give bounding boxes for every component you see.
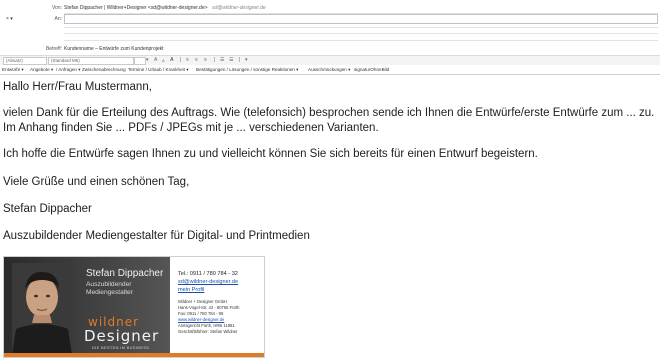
portrait-photo: [12, 263, 72, 355]
signature-ceo: Geschäftsführer: Stefan Wildner: [178, 329, 238, 334]
body-paragraph-1-line-2: Im Anhang finden Sie ... PDFs / JPEGs mi…: [3, 122, 379, 134]
format-toolbar: (Absatz) (Standard M5) ▾ A A A | ≡ ≡ ≡ |…: [0, 55, 660, 65]
signature-contact: Tel.: 0911 / 780 784 - 32 sd@wildner-des…: [178, 257, 264, 353]
font-smaller-icon[interactable]: A: [162, 57, 165, 64]
from-row: Von: Stefan Dippacher | Wildner+Designer…: [0, 4, 660, 12]
bold-icon[interactable]: A: [170, 57, 174, 64]
template-bestaetigungen[interactable]: Bestätigungen / Lösungen / sonstige Reak…: [196, 66, 298, 73]
align-center-icon[interactable]: ≡: [195, 57, 198, 64]
sender-role: Auszubildender Mediengestalter für Digit…: [3, 230, 310, 242]
logo-tagline: DIE BESTEN IM BUSINESS.: [92, 345, 151, 350]
paragraph-style-select[interactable]: (Absatz): [3, 57, 47, 65]
align-right-icon[interactable]: ≡: [204, 57, 207, 64]
message-header: Von: Stefan Dippacher | Wildner+Designer…: [0, 0, 660, 76]
signature-court: Amtsgericht Fürth, HRB 11981: [178, 323, 235, 328]
signature-accent-bar: [4, 353, 264, 357]
numbered-list-icon[interactable]: ☰: [229, 57, 233, 64]
cc-bcc-toggle[interactable]: × ▾: [6, 16, 13, 22]
more-format-icon[interactable]: ▾: [245, 57, 248, 64]
signature-dark-panel: Stefan Dippacher Auszubildender Medienge…: [4, 257, 170, 357]
template-termine[interactable]: Termine / Urlaub / Krankheit ▾: [128, 66, 189, 73]
template-anfragen[interactable]: / Anfragen ▾: [56, 66, 81, 73]
signature-name: Stefan Dippacher: [86, 268, 164, 279]
greeting: Hallo Herr/Frau Mustermann,: [3, 81, 152, 93]
from-value[interactable]: Stefan Dippacher | Wildner+Designer <sd@…: [64, 5, 208, 11]
divider: [64, 27, 658, 28]
subject-label: Betreff:: [45, 46, 62, 52]
sender-name: Stefan Dippacher: [3, 203, 92, 215]
divider: [64, 33, 658, 34]
divider: [64, 40, 658, 41]
align-left-icon[interactable]: ≡: [186, 57, 189, 64]
toolbar-icon[interactable]: ▾: [146, 57, 149, 64]
signature-sub-1: Auszubildender: [86, 281, 132, 288]
separator: |: [214, 57, 216, 63]
template-signatur-ohne-bild[interactable]: signaturOhneBild: [354, 66, 389, 73]
template-angebote[interactable]: Angebote ▾: [30, 66, 53, 73]
signature-phone: Tel.: 0911 / 780 784 - 32: [178, 271, 238, 277]
body-paragraph-2: Ich hoffe die Entwürfe sagen Ihnen zu un…: [3, 148, 538, 160]
signature-banner: Stefan Dippacher Auszubildender Medienge…: [3, 256, 265, 358]
closing: Viele Grüße und einen schönen Tag,: [3, 176, 190, 188]
signature-fax: Fax: 0911 / 780 784 - 99: [178, 311, 224, 316]
signature-street: Hans-Vogel-Str. 42 · 90765 Fürth: [178, 305, 240, 310]
subject-row: Betreff: Kundenname – Entwürfe zum Kunde…: [0, 45, 660, 53]
template-zwischenabrechnung[interactable]: Zwischenabrechnung: [82, 66, 126, 73]
template-ausschmueckungen[interactable]: Ausschmückungen ▾: [308, 66, 350, 73]
logo-designer: Designer: [84, 327, 160, 345]
subject-input[interactable]: Kundenname – Entwürfe zum Kundenprojekt: [64, 46, 164, 52]
body-paragraph-1-line-1: vielen Dank für die Erteilung des Auftra…: [3, 107, 655, 119]
font-larger-icon[interactable]: A: [154, 57, 157, 64]
signature-profile-link[interactable]: mein Profil: [178, 287, 204, 293]
to-label: An:: [54, 16, 62, 22]
from-alias: sd@wildner-designer.de: [212, 5, 266, 11]
signature-company: Wildner + Designer GmbH: [178, 299, 227, 304]
signature-web-link[interactable]: www.wildner-designer.de: [178, 317, 224, 322]
font-size-select[interactable]: [134, 57, 146, 65]
template-entwuerfe[interactable]: Entwürfe ▾: [2, 66, 24, 73]
from-label: Von:: [51, 5, 62, 11]
to-row: × ▾ An:: [0, 14, 660, 24]
template-toolbar: Entwürfe ▾ Angebote ▾ / Anfragen ▾ Zwisc…: [0, 65, 660, 75]
separator: |: [239, 57, 241, 63]
separator: |: [180, 57, 182, 63]
to-input[interactable]: [64, 14, 658, 24]
signature-email-link[interactable]: sd@wildner-designer.de: [178, 279, 238, 285]
bullet-list-icon[interactable]: ☰: [220, 57, 224, 64]
font-select[interactable]: (Standard M5): [48, 57, 134, 65]
signature-sub-2: Mediengestalter: [86, 289, 133, 296]
